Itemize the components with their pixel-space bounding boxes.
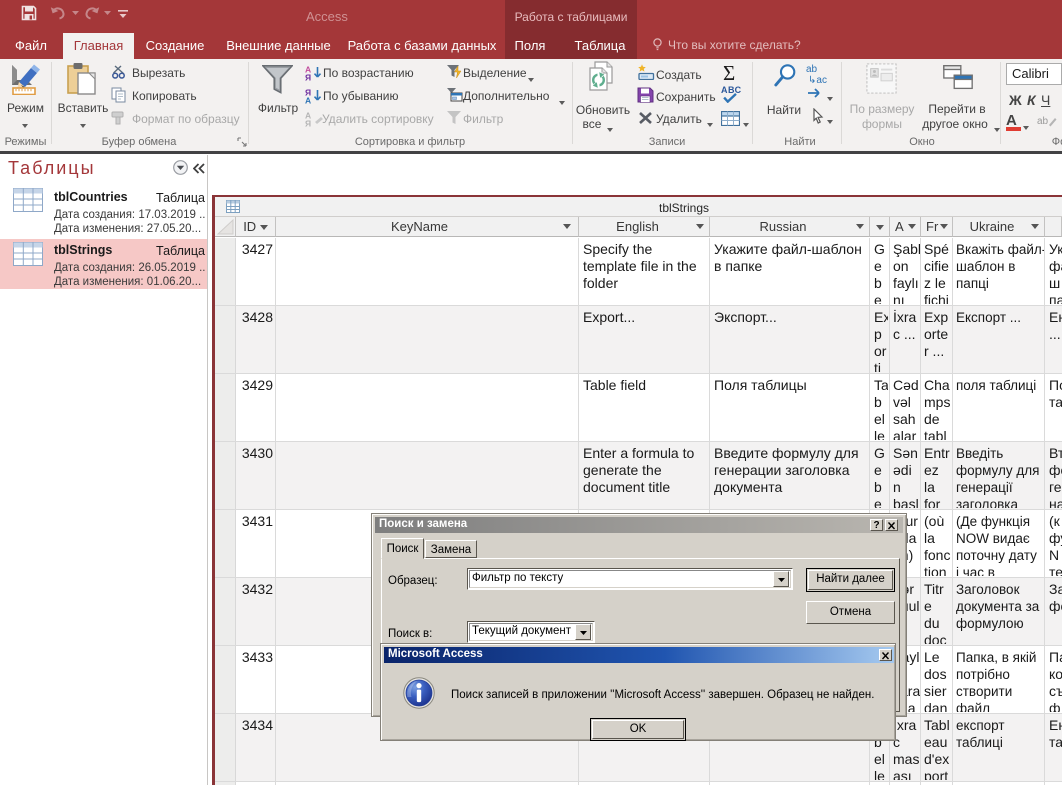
svg-text:ab: ab [1037,116,1049,127]
svg-text:Я: Я [305,73,311,82]
svg-text:А: А [305,96,311,105]
svg-text:Я: Я [305,119,311,128]
